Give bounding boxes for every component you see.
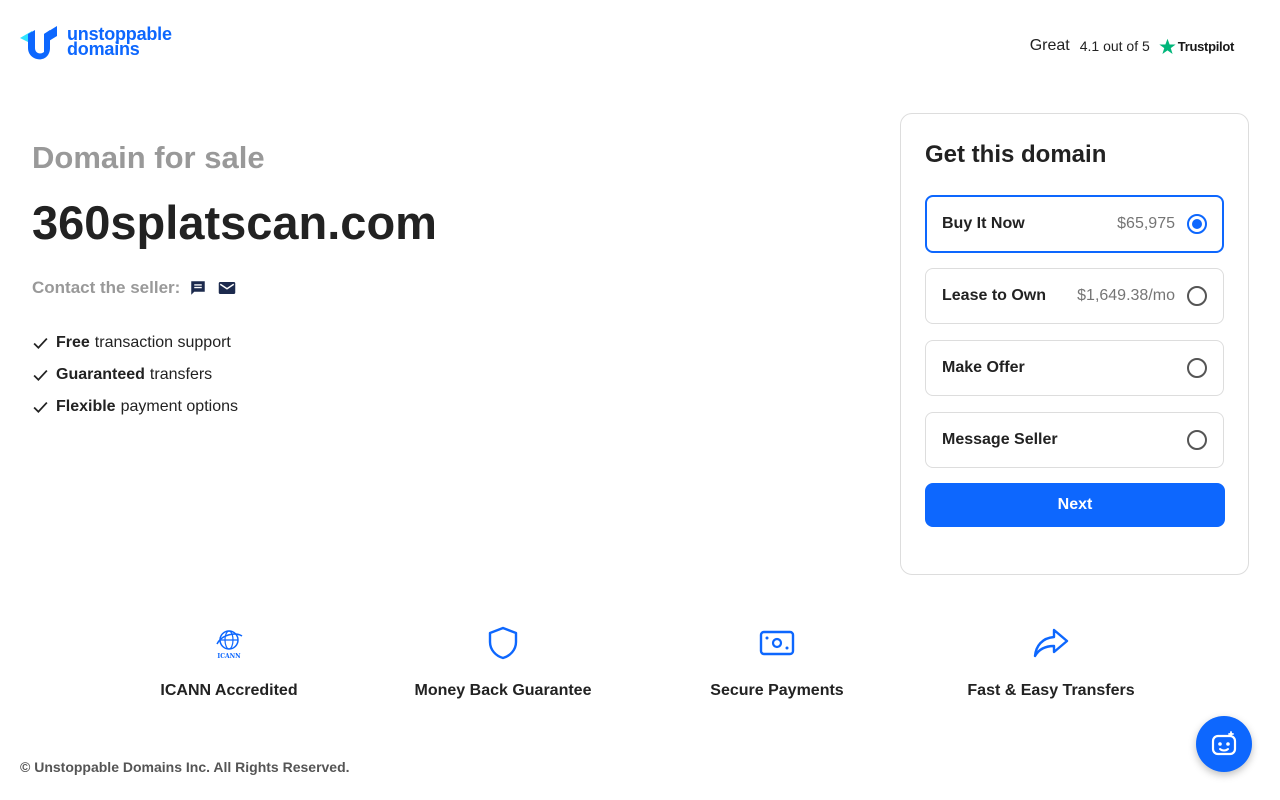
- trustpilot-brand: Trustpilot: [1177, 38, 1235, 54]
- star-icon: [1159, 38, 1176, 54]
- feature-text: payment options: [120, 398, 238, 415]
- feature-item: Free transaction support: [32, 327, 852, 359]
- checkmark-icon: [33, 369, 48, 381]
- option-price: $65,975: [1117, 215, 1175, 232]
- purchase-title: Get this domain: [925, 141, 1107, 168]
- next-button[interactable]: Next: [925, 483, 1225, 527]
- option-label: Message Seller: [942, 431, 1058, 448]
- contact-seller: Contact the seller:: [32, 277, 852, 299]
- option-label: Buy It Now: [942, 215, 1025, 232]
- feature-text: transaction support: [94, 334, 231, 351]
- checkmark-icon: [33, 337, 48, 349]
- mail-icon[interactable]: [216, 277, 238, 299]
- radio-selected-icon[interactable]: [1187, 214, 1207, 234]
- purchase-card: Get this domain Buy It Now $65,975 Lease…: [900, 113, 1249, 575]
- feature-text: transfers: [149, 366, 213, 383]
- badge-label: ICANN Accredited: [160, 682, 298, 699]
- badge-label: Fast & Easy Transfers: [967, 682, 1135, 699]
- feature-bold: Flexible: [56, 398, 116, 415]
- footer-copyright: © Unstoppable Domains Inc. All Rights Re…: [20, 759, 350, 775]
- chatbot-icon: [1211, 731, 1237, 756]
- domain-name: 360splatscan.com: [32, 196, 437, 249]
- hero-section: Domain for sale 360splatscan.com Contact…: [32, 140, 852, 423]
- feature-bold: Guaranteed: [56, 366, 145, 383]
- unstoppable-logo-icon: [20, 26, 57, 60]
- feature-item: Flexible payment options: [32, 391, 852, 423]
- badge-icann: ICANN ICANN Accredited: [92, 624, 366, 700]
- chat-icon[interactable]: [187, 277, 209, 299]
- brand-logo[interactable]: unstoppable domains: [20, 24, 172, 60]
- radio-unselected-icon[interactable]: [1187, 358, 1207, 378]
- option-message-seller[interactable]: Message Seller: [925, 412, 1224, 468]
- badge-label: Secure Payments: [710, 682, 844, 699]
- shield-icon: [484, 624, 522, 662]
- option-price: $1,649.38/mo: [1077, 287, 1175, 304]
- feature-bold: Free: [56, 334, 90, 351]
- payment-card-icon: [758, 624, 796, 662]
- option-label: Make Offer: [942, 359, 1025, 376]
- feature-list: Free transaction support Guaranteed tran…: [32, 327, 852, 423]
- trust-badges: ICANN ICANN Accredited Money Back Guaran…: [92, 624, 1188, 700]
- trustpilot-score: 4.1 out of 5: [1079, 38, 1150, 54]
- option-buy-it-now[interactable]: Buy It Now $65,975: [925, 195, 1224, 253]
- brand-line-2: domains: [67, 39, 140, 59]
- trustpilot-rating[interactable]: Great 4.1 out of 5 Trustpilot: [1029, 37, 1235, 55]
- trustpilot-rating-word: Great: [1029, 37, 1070, 54]
- option-make-offer[interactable]: Make Offer: [925, 340, 1224, 396]
- brand-wordmark: unstoppable domains: [67, 25, 172, 59]
- share-arrow-icon: [1032, 624, 1070, 662]
- contact-label: Contact the seller:: [32, 278, 181, 297]
- chatbot-button[interactable]: [1196, 716, 1252, 772]
- svg-text:ICANN: ICANN: [217, 653, 241, 660]
- badge-money-back: Money Back Guarantee: [366, 624, 640, 700]
- badge-label: Money Back Guarantee: [414, 682, 592, 699]
- option-label: Lease to Own: [942, 287, 1047, 304]
- icann-globe-icon: ICANN: [210, 624, 248, 662]
- badge-fast-transfers: Fast & Easy Transfers: [914, 624, 1188, 700]
- radio-unselected-icon[interactable]: [1187, 286, 1207, 306]
- option-lease-to-own[interactable]: Lease to Own $1,649.38/mo: [925, 268, 1224, 324]
- page-subtitle: Domain for sale: [32, 140, 265, 175]
- radio-unselected-icon[interactable]: [1187, 430, 1207, 450]
- feature-item: Guaranteed transfers: [32, 359, 852, 391]
- checkmark-icon: [33, 401, 48, 413]
- badge-secure-payments: Secure Payments: [640, 624, 914, 700]
